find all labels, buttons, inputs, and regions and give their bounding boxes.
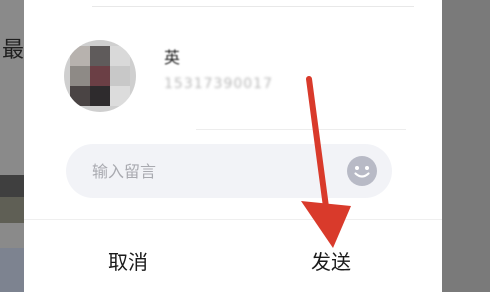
recipient-name: 英 bbox=[164, 48, 181, 67]
background-page-right bbox=[442, 0, 490, 292]
background-thumbnail bbox=[0, 248, 24, 292]
share-dialog: 英 15317390017 取消 发送 bbox=[24, 0, 442, 292]
screen: 最 英 15317390017 输入留言 取消 发送 bbox=[0, 0, 490, 292]
cancel-button[interactable]: 取消 bbox=[68, 238, 188, 282]
background-thumbnail bbox=[0, 197, 24, 223]
recipient-phone: 15317390017 bbox=[164, 76, 273, 92]
message-field[interactable] bbox=[66, 144, 392, 198]
send-button[interactable]: 发送 bbox=[271, 238, 391, 282]
recipient-row: 英 15317390017 bbox=[64, 36, 404, 116]
divider bbox=[92, 6, 414, 7]
message-input[interactable] bbox=[90, 160, 324, 182]
background-heading-fragment: 最 bbox=[2, 38, 25, 63]
smiley-face-icon[interactable] bbox=[346, 155, 378, 187]
divider bbox=[24, 219, 442, 220]
avatar bbox=[64, 40, 136, 112]
divider bbox=[196, 129, 406, 130]
background-thumbnail bbox=[0, 175, 24, 197]
